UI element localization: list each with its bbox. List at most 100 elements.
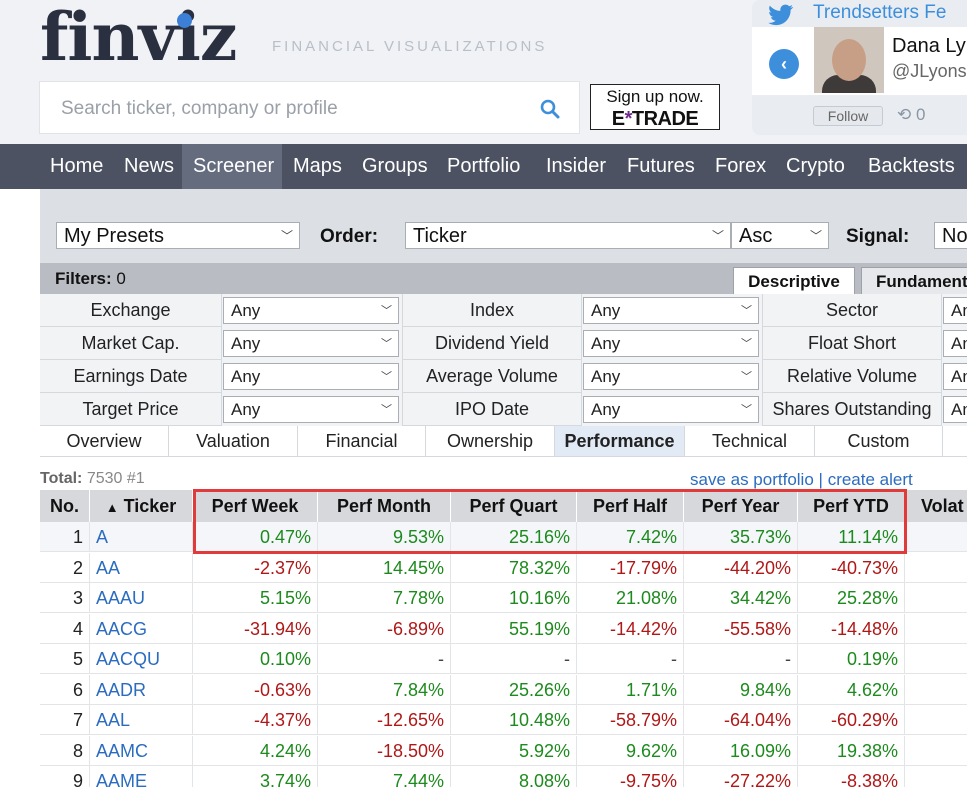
signal-select[interactable]: No	[934, 222, 967, 249]
nav-portfolio[interactable]: Portfolio	[437, 144, 545, 189]
ticker-link[interactable]: AAMC	[90, 735, 193, 766]
perf-week-cell: 3.74%	[193, 766, 318, 787]
perf-year-cell: -44.20%	[684, 552, 798, 583]
filter-select-relative-volume[interactable]: An	[943, 363, 967, 390]
filter-select-market-cap[interactable]: Any ﹀	[223, 330, 399, 357]
filter-select-float-short[interactable]: An	[943, 330, 967, 357]
create-alert-link[interactable]: create alert	[828, 470, 913, 489]
tab-fundamental[interactable]: Fundament	[861, 267, 967, 294]
ticker-link[interactable]: AACQU	[90, 644, 193, 674]
nav-screener[interactable]: Screener	[182, 144, 282, 189]
follow-button[interactable]: Follow	[813, 106, 883, 126]
table-row[interactable]: 6 AADR -0.63% 7.84% 25.26% 1.71% 9.84% 4.62%	[40, 674, 967, 705]
table-row[interactable]: 8 AAMC 4.24% -18.50% 5.92% 9.62% 16.09% 19.38%	[40, 735, 967, 766]
column-header-ticker[interactable]: ▲ Ticker	[90, 490, 193, 522]
link-separator: |	[818, 470, 823, 489]
perf-ytd-cell: 4.62%	[798, 674, 905, 705]
column-header-volatility[interactable]: Volat	[905, 490, 967, 522]
filter-select-earnings-date[interactable]: Any ﹀	[223, 363, 399, 390]
direction-select[interactable]: Asc ﹀	[731, 222, 829, 249]
ticker-link[interactable]: AACG	[90, 613, 193, 644]
tab-custom[interactable]: Custom	[815, 426, 943, 456]
tab-ownership[interactable]: Ownership	[426, 426, 555, 456]
filter-select-sector[interactable]: An	[943, 297, 967, 324]
retweet-icon: ⟲	[897, 105, 912, 124]
portfolio-links: save as portfolio | create alert	[690, 470, 913, 490]
table-row[interactable]: 5 AACQU 0.10% - - - -0.19%	[40, 644, 967, 674]
table-row[interactable]: 4 AACG -31.94% -6.89% 55.19% -14.42% -55.58% -1…	[40, 613, 967, 644]
filter-select-ipo-date[interactable]: Any ﹀	[583, 396, 759, 423]
search-box[interactable]	[39, 81, 580, 135]
perf-month-cell: 14.45%	[318, 552, 451, 583]
ticker-link[interactable]: AAL	[90, 705, 193, 735]
perf-month-cell: 7.84%	[318, 674, 451, 705]
previous-arrow-icon[interactable]: ‹	[769, 49, 799, 79]
tab-technical[interactable]: Technical	[685, 426, 815, 456]
filter-select-index[interactable]: Any ﹀	[583, 297, 759, 324]
tweet-author-name[interactable]: Dana Ly	[892, 35, 966, 58]
filter-select-average-volume[interactable]: Any ﹀	[583, 363, 759, 390]
nav-home[interactable]: Home	[40, 144, 125, 189]
presets-select[interactable]: My Presets ﹀	[56, 222, 300, 249]
table-row[interactable]: 9 AAME 3.74% 7.44% 8.08% -9.75% -27.22% -8.38%	[40, 766, 967, 787]
ticker-link[interactable]: A	[90, 522, 193, 552]
ticker-link[interactable]: AAME	[90, 766, 193, 787]
nav-crypto[interactable]: Crypto	[775, 144, 868, 189]
table-row[interactable]: 3 AAAU 5.15% 7.78% 10.16% 21.08% 34.42% 25.28%	[40, 583, 967, 613]
perf-half-cell: -9.75%	[577, 766, 684, 787]
perf-half-cell: -58.79%	[577, 705, 684, 735]
perf-year-cell: 9.84%	[684, 674, 798, 705]
tab-financial[interactable]: Financial	[298, 426, 426, 456]
row-number: 8	[40, 735, 90, 766]
filter-select-dividend-yield[interactable]: Any ﹀	[583, 330, 759, 357]
perf-ytd-cell: -8.38%	[798, 766, 905, 787]
tab-descriptive[interactable]: Descriptive	[733, 267, 855, 294]
row-number: 6	[40, 674, 90, 705]
nav-futures[interactable]: Futures	[617, 144, 715, 189]
filter-select-shares-outstanding[interactable]: An	[943, 396, 967, 423]
main-nav: Home News Screener Maps Groups Portfolio…	[0, 144, 967, 189]
nav-backtests[interactable]: Backtests	[857, 144, 967, 189]
search-icon[interactable]	[540, 99, 560, 119]
filter-select-target-price[interactable]: Any ﹀	[223, 396, 399, 423]
ticker-link[interactable]: AADR	[90, 674, 193, 705]
nav-maps[interactable]: Maps	[282, 144, 361, 189]
save-as-portfolio-link[interactable]: save as portfolio	[690, 470, 814, 489]
finviz-logo[interactable]: finviz	[40, 0, 237, 76]
filter-label-target-price: Target Price	[40, 393, 222, 426]
ticker-link[interactable]: AAAU	[90, 583, 193, 613]
perf-month-cell: -12.65%	[318, 705, 451, 735]
tab-performance[interactable]: Performance	[555, 426, 685, 456]
perf-quart-cell: 55.19%	[451, 613, 577, 644]
tab-overview[interactable]: Overview	[40, 426, 169, 456]
nav-groups[interactable]: Groups	[352, 144, 447, 189]
filter-grid: Exchange Any﹀ Index Any﹀ Sector An Marke…	[40, 294, 967, 426]
filter-label-ipo-date: IPO Date	[402, 393, 582, 426]
tweet-author-handle[interactable]: @JLyons	[892, 61, 967, 82]
nav-insider[interactable]: Insider	[535, 144, 628, 189]
retweet-count[interactable]: ⟲ 0	[897, 105, 925, 125]
perf-year-cell: -27.22%	[684, 766, 798, 787]
table-row[interactable]: 2 AA -2.37% 14.45% 78.32% -17.79% -44.20% -40.7…	[40, 552, 967, 583]
avatar	[814, 27, 884, 93]
filter-select-exchange[interactable]: Any ﹀	[223, 297, 399, 324]
screener-controls: My Presets ﹀ Order: Ticker ﹀ Asc ﹀ Signal: …	[40, 189, 967, 263]
filter-label-float-short: Float Short	[762, 327, 942, 360]
twitter-feed-title[interactable]: Trendsetters Fe	[813, 2, 946, 24]
order-select[interactable]: Ticker ﹀	[405, 222, 731, 249]
search-input[interactable]	[40, 82, 543, 135]
row-number: 1	[40, 522, 90, 552]
order-label: Order:	[320, 226, 379, 247]
ticker-link[interactable]: AA	[90, 552, 193, 583]
nav-forex[interactable]: Forex	[705, 144, 785, 189]
perf-ytd-cell: -40.73%	[798, 552, 905, 583]
column-header-no[interactable]: No.	[40, 490, 90, 522]
table-row[interactable]: 7 AAL -4.37% -12.65% 10.48% -58.79% -64.04% -60…	[40, 705, 967, 735]
sort-ascending-icon: ▲	[105, 500, 119, 515]
perf-week-cell: -0.63%	[193, 674, 318, 705]
filter-label-dividend-yield: Dividend Yield	[402, 327, 582, 360]
nav-news[interactable]: News	[115, 144, 191, 189]
etrade-ad[interactable]: Sign up now. E*TRADE	[590, 84, 720, 130]
row-number: 4	[40, 613, 90, 644]
tab-valuation[interactable]: Valuation	[169, 426, 298, 456]
